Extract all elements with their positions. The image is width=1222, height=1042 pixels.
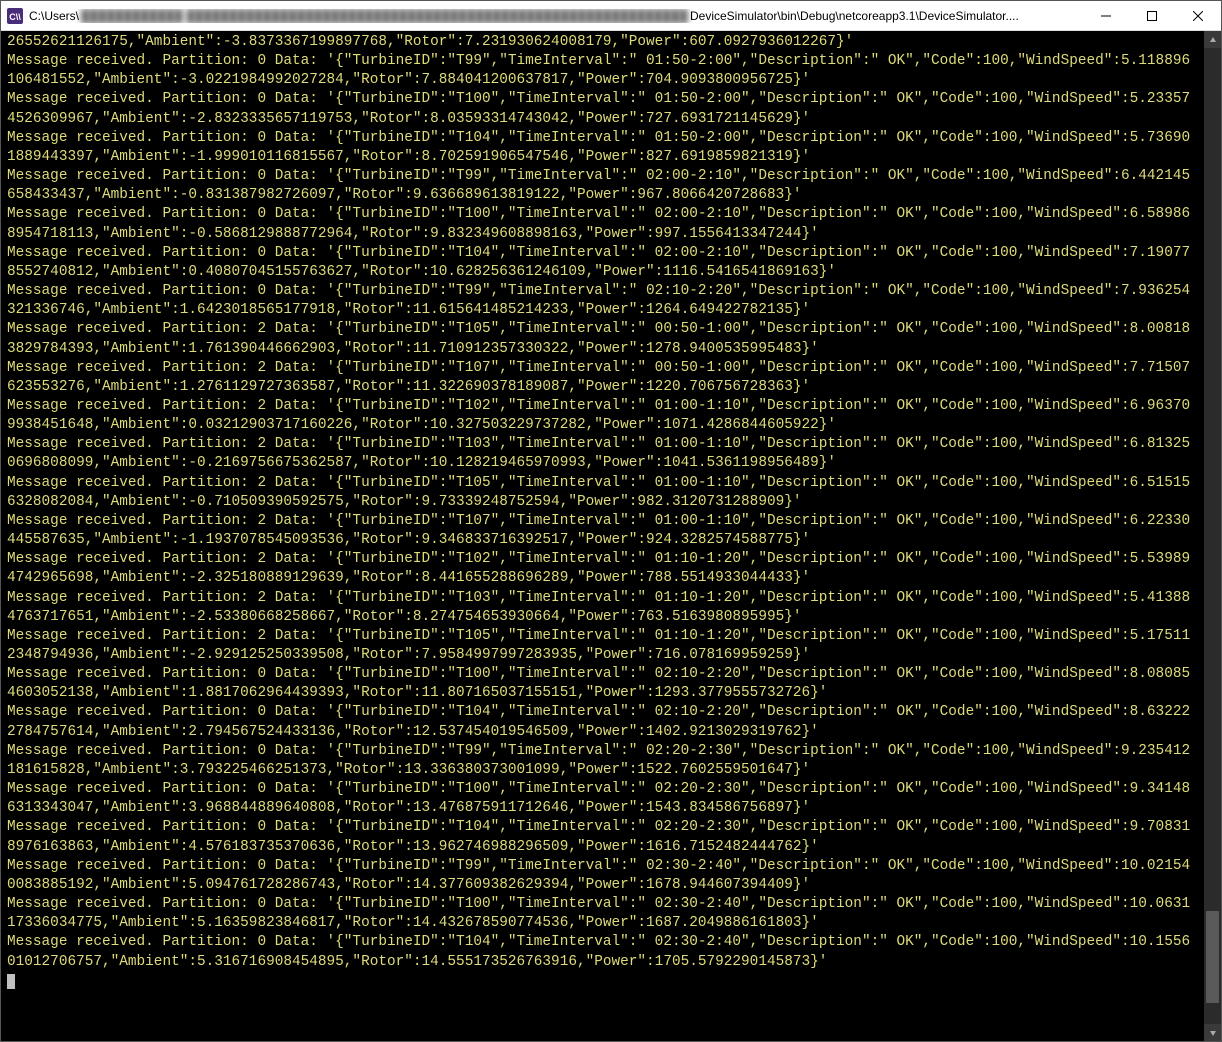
scroll-up-button[interactable] (1204, 31, 1221, 48)
scrollbar-thumb[interactable] (1206, 911, 1219, 1003)
console-window: C\\ C:\Users\ ████████████ █████████████… (0, 0, 1222, 1042)
window-controls (1083, 1, 1221, 31)
maximize-button[interactable] (1129, 1, 1175, 31)
vertical-scrollbar[interactable] (1204, 31, 1221, 1041)
titlebar[interactable]: C\\ C:\Users\ ████████████ █████████████… (1, 1, 1221, 31)
svg-text:C\\: C\\ (9, 12, 21, 22)
app-icon: C\\ (7, 8, 23, 24)
title-redacted: ████████████ ███████████████████████████… (79, 9, 690, 23)
window-title: C:\Users\ ████████████ █████████████████… (29, 9, 1083, 23)
close-button[interactable] (1175, 1, 1221, 31)
scroll-down-button[interactable] (1204, 1024, 1221, 1041)
console-area: 26552621126175,"Ambient":-3.837336719989… (1, 31, 1221, 1041)
console-output[interactable]: 26552621126175,"Ambient":-3.837336719989… (1, 31, 1204, 1041)
title-prefix: C:\Users\ (29, 9, 79, 23)
cursor (7, 974, 15, 989)
title-suffix: DeviceSimulator\bin\Debug\netcoreapp3.1\… (690, 9, 1019, 23)
minimize-button[interactable] (1083, 1, 1129, 31)
